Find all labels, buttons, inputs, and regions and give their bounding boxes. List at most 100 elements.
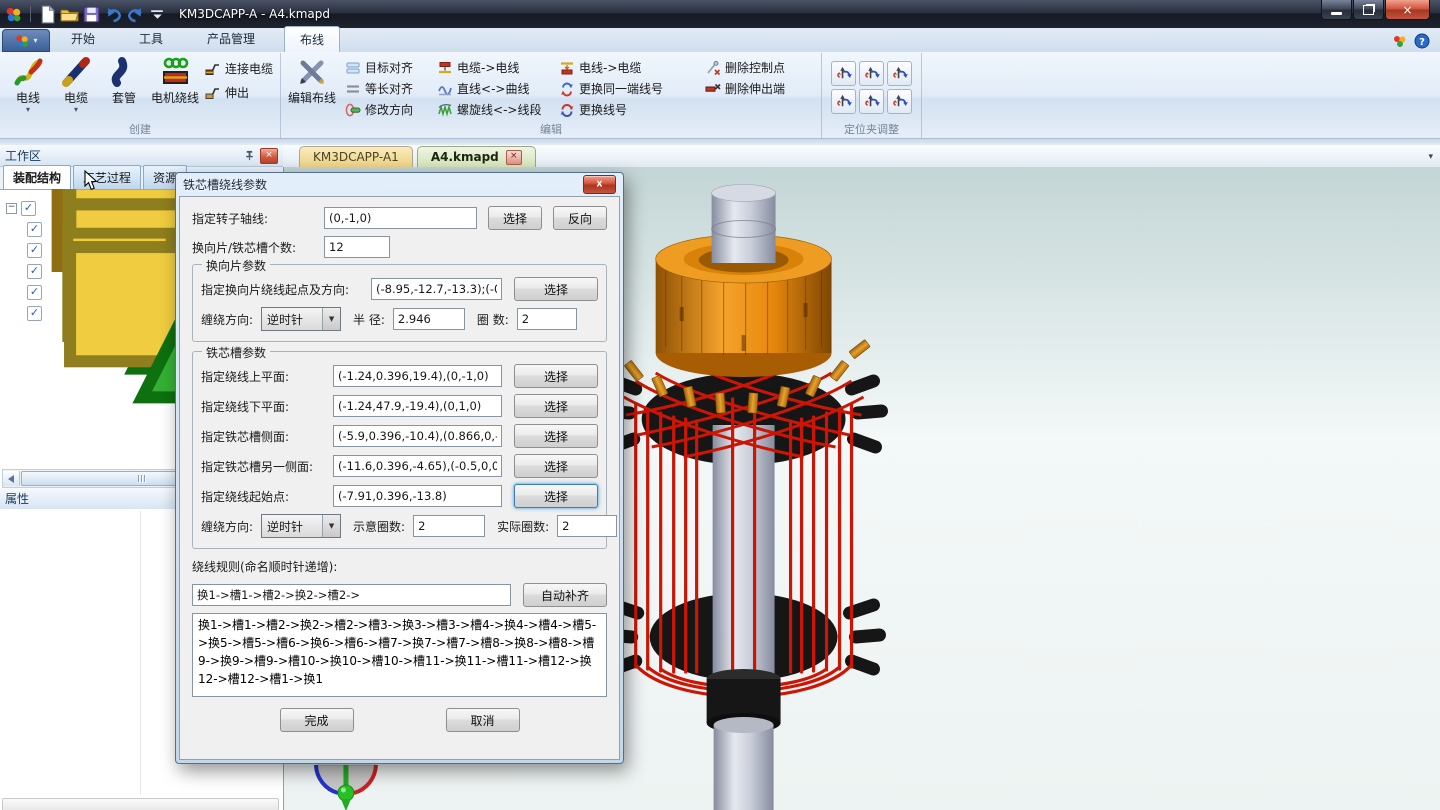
helix-segment-toggle-button-label: 螺旋线<->线段 — [457, 101, 541, 118]
clamp-adjust-button-6[interactable] — [887, 89, 912, 114]
commutator-direction-select[interactable]: 逆时针 ▼ — [261, 307, 341, 331]
tab-assembly-structure[interactable]: 装配结构 — [3, 165, 71, 189]
axis-reverse-button[interactable]: 反向 — [553, 206, 607, 230]
doc-tab-a4-kmapd-label: A4.kmapd — [431, 150, 499, 164]
turns-input[interactable] — [517, 308, 577, 330]
group-label-clamp: 定位夹调整 — [822, 121, 921, 137]
ribbon-tab-start[interactable]: 开始 — [56, 26, 110, 52]
edit-command-row: 目标对齐电缆->电线电线->电缆删除控制点 — [345, 59, 815, 76]
upper-plane-label: 指定绕线上平面: — [201, 368, 333, 385]
scroll-left-arrow[interactable] — [3, 471, 20, 486]
swap-wire-number-button[interactable]: 更换线号 — [559, 101, 705, 118]
tree-checkbox[interactable]: ✓ — [27, 306, 42, 321]
lower-plane-input[interactable] — [333, 395, 502, 417]
new-document-icon[interactable] — [38, 5, 57, 24]
commutator-start-input[interactable] — [371, 278, 502, 300]
edit-route-icon — [296, 56, 328, 88]
ribbon-tab-routing[interactable]: 布线 — [284, 26, 340, 52]
tree-checkbox[interactable]: ✓ — [21, 201, 36, 216]
radius-input[interactable] — [393, 308, 465, 330]
axis-select-button[interactable]: 选择 — [488, 206, 542, 230]
tree-expand-icon[interactable]: − — [6, 203, 17, 214]
tree-checkbox[interactable]: ✓ — [27, 264, 42, 279]
clamp-adjust-icon — [862, 64, 881, 83]
line-curve-toggle-button[interactable]: 直线<->曲线 — [437, 80, 559, 97]
ribbon-tab-tools[interactable]: 工具 — [124, 26, 178, 52]
cancel-button[interactable]: 取消 — [446, 708, 520, 732]
axis-input[interactable] — [324, 207, 477, 229]
schematic-turns-input[interactable] — [413, 515, 485, 537]
slot-side-input[interactable] — [333, 425, 502, 447]
doc-tab-a4-kmapd[interactable]: A4.kmapd × — [417, 146, 536, 167]
slot-other-side-select-button[interactable]: 选择 — [514, 454, 598, 478]
lower-plane-label: 指定绕线下平面: — [201, 398, 333, 415]
tab-process[interactable]: 工艺过程 — [73, 165, 141, 189]
winding-sequence-textarea[interactable]: 换1->槽1->槽2->换2->槽2->槽3->换3->槽3->槽4->换4->… — [192, 613, 607, 697]
minimize-button[interactable] — [1321, 0, 1352, 20]
actual-turns-input[interactable] — [557, 515, 617, 537]
qat-dropdown-icon[interactable] — [148, 5, 167, 24]
target-align-button[interactable]: 目标对齐 — [345, 59, 437, 76]
undo-icon[interactable] — [104, 5, 123, 24]
cable-button[interactable]: 电缆▾ — [52, 54, 100, 123]
dialog-close-button[interactable]: x — [583, 175, 616, 194]
modify-direction-button[interactable]: 修改方向 — [345, 101, 437, 118]
wire-button[interactable]: 电线▾ — [4, 54, 52, 123]
sleeve-button[interactable]: 套管 — [100, 54, 148, 123]
tree-checkbox[interactable]: ✓ — [27, 285, 42, 300]
extend-button[interactable]: 伸出 — [205, 84, 273, 101]
winding-rule-input[interactable] — [192, 584, 511, 606]
start-point-label: 指定绕线起始点: — [201, 488, 333, 505]
lower-plane-select-button[interactable]: 选择 — [514, 394, 598, 418]
commutator-start-select-button[interactable]: 选择 — [514, 277, 598, 301]
start-point-select-button[interactable]: 选择 — [514, 484, 598, 508]
panel-bottom-strip — [2, 798, 279, 810]
upper-plane-select-button[interactable]: 选择 — [514, 364, 598, 388]
upper-plane-input[interactable] — [333, 365, 502, 387]
workspace-close-button[interactable]: × — [260, 148, 278, 164]
slot-side-select-button[interactable]: 选择 — [514, 424, 598, 448]
redo-icon[interactable] — [126, 5, 145, 24]
start-point-input[interactable] — [333, 485, 502, 507]
style-icon[interactable] — [1392, 33, 1408, 49]
clamp-adjust-icon — [834, 64, 853, 83]
slot-other-side-input[interactable] — [333, 455, 502, 477]
wire-to-cable-button[interactable]: 电线->电缆 — [559, 59, 705, 76]
clamp-adjust-button-4[interactable] — [831, 89, 856, 114]
tree-checkbox[interactable]: ✓ — [27, 243, 42, 258]
doc-tab-km3dcapp-a1[interactable]: KM3DCAPP-A1 — [299, 146, 413, 167]
doc-tab-overflow-icon[interactable]: ▾ — [1428, 152, 1433, 162]
help-icon[interactable]: ? — [1414, 33, 1430, 49]
autofill-button[interactable]: 自动补齐 — [523, 583, 607, 607]
dialog-titlebar[interactable]: 铁芯槽绕线参数 x — [176, 173, 623, 196]
sleeve-button-label: 套管 — [112, 89, 136, 106]
cable-to-wire-button[interactable]: 电缆->电线 — [437, 59, 559, 76]
swap-same-end-number-button[interactable]: 更换同一端线号 — [559, 80, 705, 97]
tree-checkbox[interactable]: ✓ — [27, 222, 42, 237]
segment-count-input[interactable] — [324, 236, 390, 258]
close-button[interactable]: × — [1385, 0, 1430, 20]
doc-tab-close-icon[interactable]: × — [506, 150, 522, 165]
ribbon-tab-product[interactable]: 产品管理 — [192, 26, 270, 52]
equal-length-align-button[interactable]: 等长对齐 — [345, 80, 437, 97]
pin-icon[interactable] — [242, 149, 257, 163]
clamp-adjust-button-5[interactable] — [859, 89, 884, 114]
save-icon[interactable] — [82, 5, 101, 24]
clamp-adjust-icon — [890, 64, 909, 83]
done-button[interactable]: 完成 — [280, 708, 354, 732]
restore-button[interactable] — [1353, 0, 1384, 20]
rotor-shaft-top — [712, 185, 776, 264]
delete-control-point-button[interactable]: 删除控制点 — [705, 59, 815, 76]
clamp-adjust-button-1[interactable] — [831, 61, 856, 86]
connect-cable-button[interactable]: 连接电缆 — [205, 60, 273, 77]
open-folder-icon[interactable] — [60, 5, 79, 24]
clamp-adjust-button-3[interactable] — [887, 61, 912, 86]
delete-extend-end-button[interactable]: 删除伸出端 — [705, 80, 815, 97]
clamp-adjust-button-2[interactable] — [859, 61, 884, 86]
create-big-buttons: 电线▾电缆▾ 套管电机绕线 — [4, 54, 202, 123]
motor-winding-button[interactable]: 电机绕线 — [148, 54, 202, 123]
core-direction-select[interactable]: 逆时针 ▼ — [261, 514, 341, 538]
edit-routing-button[interactable]: 编辑布线 — [285, 54, 339, 123]
app-menu-button[interactable]: ▾ — [2, 29, 50, 52]
helix-segment-toggle-button[interactable]: 螺旋线<->线段 — [437, 101, 559, 118]
